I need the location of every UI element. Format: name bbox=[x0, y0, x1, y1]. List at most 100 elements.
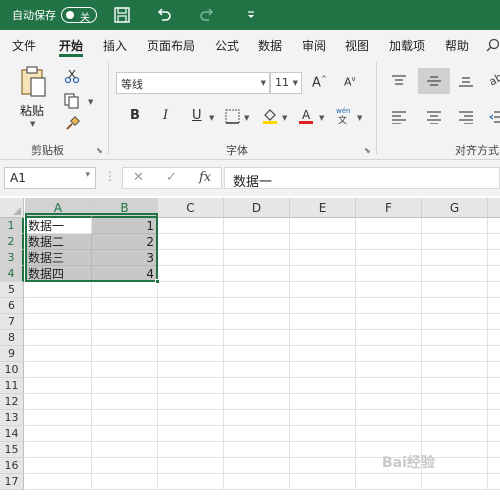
cell-g9[interactable] bbox=[422, 346, 488, 362]
cell-f5[interactable] bbox=[356, 282, 422, 298]
cell-b6[interactable] bbox=[92, 298, 158, 314]
cell-e7[interactable] bbox=[290, 314, 356, 330]
cell-a14[interactable] bbox=[25, 426, 92, 442]
cell-f4[interactable] bbox=[356, 266, 422, 282]
align-bottom-icon[interactable] bbox=[458, 74, 474, 88]
cell-f6[interactable] bbox=[356, 298, 422, 314]
italic-icon[interactable]: I bbox=[163, 108, 168, 123]
cell-b8[interactable] bbox=[92, 330, 158, 346]
tab-home[interactable]: 开始 bbox=[59, 37, 83, 54]
tab-data[interactable]: 数据 bbox=[258, 37, 282, 54]
cell-h7[interactable] bbox=[488, 314, 500, 330]
cell-e9[interactable] bbox=[290, 346, 356, 362]
column-header-a[interactable]: A bbox=[25, 198, 92, 218]
cell-b2[interactable]: 2 bbox=[92, 234, 158, 250]
cell-a1[interactable]: 数据一 bbox=[25, 218, 92, 234]
cell-g4[interactable] bbox=[422, 266, 488, 282]
cell-f7[interactable] bbox=[356, 314, 422, 330]
cell-d13[interactable] bbox=[224, 410, 290, 426]
tab-insert[interactable]: 插入 bbox=[103, 37, 127, 54]
phonetic-guide-icon[interactable]: wén 文 bbox=[334, 106, 352, 126]
fill-handle[interactable] bbox=[155, 279, 160, 284]
cell-f13[interactable] bbox=[356, 410, 422, 426]
tab-file[interactable]: 文件 bbox=[12, 37, 36, 54]
cell-a11[interactable] bbox=[25, 378, 92, 394]
cell-d2[interactable] bbox=[224, 234, 290, 250]
fill-color-dropdown-icon[interactable]: ▼ bbox=[282, 114, 287, 122]
cell-h16[interactable] bbox=[488, 458, 500, 474]
cell-c1[interactable] bbox=[158, 218, 224, 234]
cell-f8[interactable] bbox=[356, 330, 422, 346]
cell-a8[interactable] bbox=[25, 330, 92, 346]
cell-f2[interactable] bbox=[356, 234, 422, 250]
search-icon[interactable] bbox=[486, 38, 500, 52]
cell-d12[interactable] bbox=[224, 394, 290, 410]
font-color-icon[interactable]: A bbox=[298, 107, 314, 125]
cell-c10[interactable] bbox=[158, 362, 224, 378]
undo-icon[interactable] bbox=[155, 6, 173, 24]
tab-help[interactable]: 帮助 bbox=[445, 37, 469, 54]
paste-label[interactable]: 粘贴 bbox=[20, 102, 44, 119]
cell-b10[interactable] bbox=[92, 362, 158, 378]
row-header-11[interactable]: 11 bbox=[0, 378, 24, 394]
row-header-12[interactable]: 12 bbox=[0, 394, 24, 410]
decrease-indent-icon[interactable] bbox=[489, 110, 500, 124]
cell-h15[interactable] bbox=[488, 442, 500, 458]
cell-h11[interactable] bbox=[488, 378, 500, 394]
cell-d17[interactable] bbox=[224, 474, 290, 490]
splitter-icon[interactable]: ⋮ bbox=[104, 169, 116, 183]
cell-b15[interactable] bbox=[92, 442, 158, 458]
column-header-g[interactable]: G bbox=[422, 198, 488, 218]
cell-f1[interactable] bbox=[356, 218, 422, 234]
cell-g11[interactable] bbox=[422, 378, 488, 394]
cell-c14[interactable] bbox=[158, 426, 224, 442]
increase-font-size-icon[interactable]: A^ bbox=[312, 75, 327, 90]
redo-icon[interactable] bbox=[198, 6, 216, 24]
cell-a2[interactable]: 数据二 bbox=[25, 234, 92, 250]
row-header-17[interactable]: 17 bbox=[0, 474, 24, 490]
column-header-e[interactable]: E bbox=[290, 198, 356, 218]
cell-a13[interactable] bbox=[25, 410, 92, 426]
cell-e17[interactable] bbox=[290, 474, 356, 490]
insert-function-icon[interactable]: fx bbox=[199, 170, 211, 185]
underline-dropdown-icon[interactable]: ▼ bbox=[209, 114, 214, 122]
cell-d15[interactable] bbox=[224, 442, 290, 458]
font-launcher-icon[interactable]: ⬊ bbox=[364, 146, 371, 155]
cut-icon[interactable] bbox=[64, 68, 80, 84]
cell-c9[interactable] bbox=[158, 346, 224, 362]
tab-page-layout[interactable]: 页面布局 bbox=[147, 37, 195, 54]
cell-h17[interactable] bbox=[488, 474, 500, 490]
name-box[interactable]: A1 ▾ bbox=[4, 167, 96, 189]
column-header-f[interactable]: F bbox=[356, 198, 422, 218]
autosave-toggle[interactable]: 关 bbox=[61, 7, 97, 24]
paste-icon[interactable] bbox=[20, 66, 48, 98]
orientation-icon[interactable]: ab bbox=[489, 72, 500, 88]
cell-e2[interactable] bbox=[290, 234, 356, 250]
cancel-icon[interactable]: ✕ bbox=[133, 170, 144, 185]
row-header-7[interactable]: 7 bbox=[0, 314, 24, 330]
row-header-4[interactable]: 4 bbox=[0, 266, 24, 282]
row-header-14[interactable]: 14 bbox=[0, 426, 24, 442]
cell-c5[interactable] bbox=[158, 282, 224, 298]
cell-a16[interactable] bbox=[25, 458, 92, 474]
tab-view[interactable]: 视图 bbox=[345, 37, 369, 54]
borders-dropdown-icon[interactable]: ▼ bbox=[244, 114, 249, 122]
cell-f9[interactable] bbox=[356, 346, 422, 362]
cell-d16[interactable] bbox=[224, 458, 290, 474]
cell-h4[interactable] bbox=[488, 266, 500, 282]
row-header-9[interactable]: 9 bbox=[0, 346, 24, 362]
cell-b9[interactable] bbox=[92, 346, 158, 362]
cell-h14[interactable] bbox=[488, 426, 500, 442]
cell-f3[interactable] bbox=[356, 250, 422, 266]
cell-e6[interactable] bbox=[290, 298, 356, 314]
bold-icon[interactable]: B bbox=[130, 108, 140, 123]
cell-e3[interactable] bbox=[290, 250, 356, 266]
font-color-dropdown-icon[interactable]: ▼ bbox=[319, 114, 324, 122]
cell-g14[interactable] bbox=[422, 426, 488, 442]
cell-d8[interactable] bbox=[224, 330, 290, 346]
cell-g10[interactable] bbox=[422, 362, 488, 378]
format-painter-icon[interactable] bbox=[64, 116, 80, 132]
cell-d1[interactable] bbox=[224, 218, 290, 234]
customize-quick-access-icon[interactable] bbox=[242, 6, 260, 24]
cell-c15[interactable] bbox=[158, 442, 224, 458]
